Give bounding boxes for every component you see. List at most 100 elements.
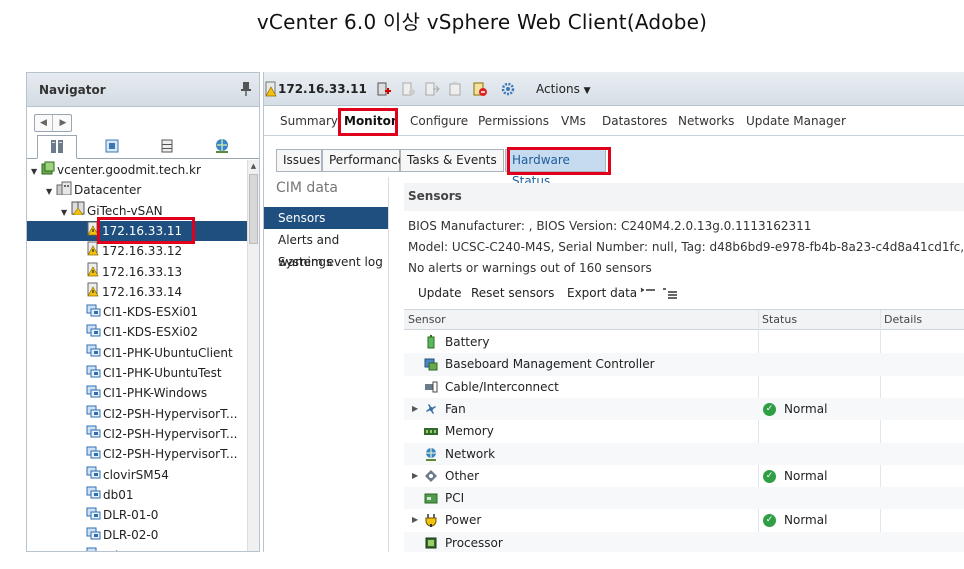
- sensor-name: Processor: [445, 535, 503, 550]
- tab-summary[interactable]: Summary: [280, 114, 338, 128]
- sensor-row[interactable]: Cable/Interconnect: [404, 376, 964, 398]
- actions-menu[interactable]: Actions ▼: [536, 82, 591, 96]
- monitor-highlight: [338, 108, 398, 136]
- pin-icon[interactable]: [241, 82, 251, 96]
- sensor-row[interactable]: Memory: [404, 420, 964, 442]
- tab-networks[interactable]: Networks: [678, 114, 734, 128]
- reboot-icon[interactable]: [472, 81, 488, 97]
- tree-item[interactable]: ▼ Datacenter: [27, 180, 247, 200]
- expand-row-icon[interactable]: ▶: [412, 398, 418, 420]
- subtab-tasks-events[interactable]: Tasks & Events: [400, 149, 504, 172]
- tab-hosts-clusters[interactable]: [37, 135, 77, 159]
- tree-item[interactable]: CI1-PHK-UbuntuClient: [27, 343, 247, 363]
- actions-gear-icon[interactable]: [500, 81, 516, 97]
- tree-item[interactable]: DLR-02-0: [27, 525, 247, 545]
- sensor-name: Other: [445, 468, 480, 483]
- tree-item[interactable]: Edge-01-0: [27, 546, 247, 551]
- tree-item[interactable]: CI1-KDS-ESXi01: [27, 302, 247, 322]
- sensor-row[interactable]: Processor: [404, 531, 964, 552]
- sensor-row[interactable]: Battery: [404, 331, 964, 353]
- expand-arrow-icon[interactable]: ▼: [31, 162, 41, 182]
- tab-vms-templates[interactable]: [92, 135, 132, 159]
- menu-item-alerts[interactable]: Alerts and warnings: [264, 229, 388, 269]
- reset-sensors-button[interactable]: Reset sensors: [471, 286, 554, 300]
- navigator-scrollbar[interactable]: ▲: [247, 160, 259, 551]
- battery-icon: [427, 335, 435, 349]
- tab-storage[interactable]: [147, 135, 187, 159]
- tab-permissions[interactable]: Permissions: [478, 114, 549, 128]
- tree-item[interactable]: CI2-PSH-HypervisorT...: [27, 404, 247, 424]
- tree-item[interactable]: DLR-01-0: [27, 505, 247, 525]
- expand-all-icon[interactable]: [640, 287, 656, 299]
- tree-item[interactable]: ▼ vcenter.goodmit.tech.kr: [27, 160, 247, 180]
- sensor-name: Cable/Interconnect: [445, 379, 559, 394]
- expand-arrow-icon[interactable]: ▼: [61, 203, 71, 223]
- object-title: 172.16.33.11: [278, 82, 367, 96]
- expand-row-icon[interactable]: ▶: [412, 465, 418, 487]
- update-button[interactable]: Update: [418, 286, 461, 300]
- sensor-status: ✓ Normal: [763, 398, 827, 420]
- cable-icon: [425, 381, 438, 393]
- tree-item[interactable]: 172.16.33.12: [27, 241, 247, 261]
- sensor-row[interactable]: Baseboard Management Controller: [404, 353, 964, 376]
- tree-item-label: GiTech-vSAN: [87, 203, 163, 218]
- host-warning-icon: [86, 262, 100, 283]
- add-host-icon[interactable]: [376, 81, 392, 97]
- new-vm-icon[interactable]: [400, 81, 416, 97]
- sensor-row[interactable]: ▶ Fan ✓ Normal: [404, 397, 964, 421]
- sensor-row[interactable]: ▶ Power ✓ Normal: [404, 509, 964, 531]
- tree-item[interactable]: 172.16.33.13: [27, 262, 247, 282]
- host-warning-icon: [86, 282, 100, 303]
- export-data-button[interactable]: Export data: [567, 286, 637, 300]
- tab-update-manager[interactable]: Update Manager: [746, 114, 846, 128]
- col-details[interactable]: Details: [884, 313, 922, 326]
- vm-icon: [86, 445, 101, 465]
- tree-item[interactable]: clovirSM54: [27, 465, 247, 485]
- tree-item-label: CI2-PSH-HypervisorT...: [103, 426, 238, 441]
- tree-item[interactable]: CI1-PHK-UbuntuTest: [27, 363, 247, 383]
- tree-item[interactable]: CI2-PSH-HypervisorT...: [27, 424, 247, 444]
- actions-label: Actions: [536, 82, 580, 96]
- tree-item[interactable]: CI2-PSH-HypervisorT...: [27, 444, 247, 464]
- sensor-status-label: Normal: [784, 401, 828, 416]
- collapse-all-icon[interactable]: [662, 287, 678, 301]
- sensor-status-label: Normal: [784, 513, 828, 528]
- tree-item[interactable]: 172.16.33.14: [27, 282, 247, 302]
- hardware-status-highlight: [507, 147, 611, 175]
- move-icon[interactable]: [424, 81, 440, 97]
- forward-button[interactable]: ▶: [54, 115, 72, 131]
- menu-item-sensors[interactable]: Sensors: [264, 207, 388, 229]
- tab-networking[interactable]: [202, 135, 242, 159]
- tab-configure[interactable]: Configure: [410, 114, 468, 128]
- pci-icon: [424, 493, 438, 504]
- tree-item[interactable]: db01: [27, 485, 247, 505]
- navigator-header: Navigator: [27, 73, 259, 107]
- expand-row-icon[interactable]: ▶: [412, 509, 418, 531]
- tab-datastores[interactable]: Datastores: [602, 114, 667, 128]
- other-icon: [425, 469, 437, 482]
- expand-arrow-icon[interactable]: ▼: [46, 182, 56, 202]
- vm-icon: [86, 465, 101, 485]
- subtab-performance[interactable]: Performance: [322, 149, 405, 172]
- col-status[interactable]: Status: [762, 313, 797, 326]
- status-ok-icon: ✓: [763, 402, 776, 416]
- tab-vms[interactable]: VMs: [561, 114, 586, 128]
- menu-item-event-log[interactable]: System event log: [264, 251, 388, 273]
- scroll-up-arrow[interactable]: ▲: [249, 161, 258, 171]
- tree-item-label: CI1-PHK-Windows: [103, 386, 208, 401]
- tree-item[interactable]: CI1-PHK-Windows: [27, 383, 247, 403]
- scroll-thumb[interactable]: [249, 174, 258, 244]
- subtab-issues[interactable]: Issues: [276, 149, 322, 172]
- selected-host-highlight: [97, 216, 195, 244]
- vm-icon: [86, 526, 101, 546]
- object-header: 172.16.33.11 Actions ▼: [264, 72, 964, 106]
- maintenance-icon[interactable]: [448, 81, 464, 97]
- inventory-tabs: [27, 135, 259, 159]
- tree-item-label: Datacenter: [74, 183, 142, 198]
- tree-item[interactable]: CI1-KDS-ESXi02: [27, 322, 247, 342]
- col-sensor[interactable]: Sensor: [408, 313, 446, 326]
- sensor-row[interactable]: ▶ Other ✓ Normal: [404, 465, 964, 487]
- back-button[interactable]: ◀: [35, 115, 53, 131]
- sensor-row[interactable]: Network: [404, 442, 964, 465]
- sensor-row[interactable]: PCI: [404, 487, 964, 510]
